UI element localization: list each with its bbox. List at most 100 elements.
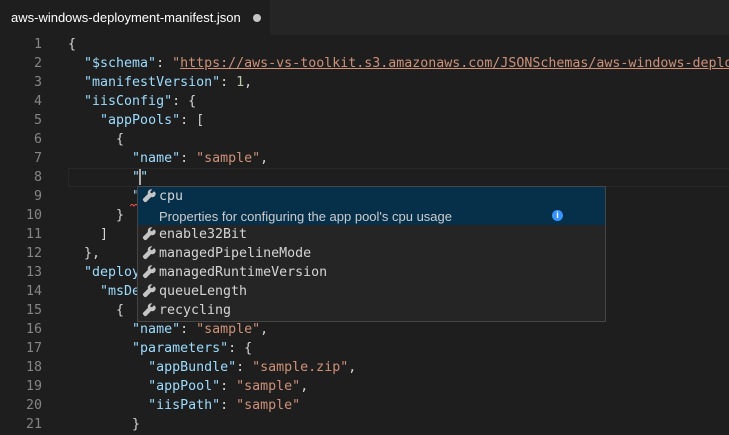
code-text: { bbox=[68, 130, 124, 149]
suggestion-label: cpu bbox=[159, 189, 184, 204]
tab-manifest-json[interactable]: aws-windows-deployment-manifest.json bbox=[0, 0, 270, 35]
suggestion-queuelength[interactable]: queueLength bbox=[138, 282, 605, 301]
code-token: , bbox=[260, 322, 269, 337]
code-token: "appBundle" bbox=[148, 360, 237, 375]
code-token: : { bbox=[172, 94, 197, 109]
line-number: 2 bbox=[33, 56, 42, 71]
code-text: } bbox=[68, 206, 124, 225]
code-token: { bbox=[68, 37, 77, 52]
code-token: "sample" bbox=[196, 322, 261, 337]
code-token: " bbox=[172, 56, 181, 71]
wrench-icon bbox=[142, 284, 158, 300]
code-token: 1 bbox=[236, 75, 245, 90]
code-token: } bbox=[68, 208, 125, 223]
tab-bar: aws-windows-deployment-manifest.json bbox=[0, 0, 729, 35]
suggestion-label: managedRuntimeVersion bbox=[159, 265, 328, 280]
code-token: "sample" bbox=[196, 151, 261, 166]
code-token: "name" bbox=[132, 322, 181, 337]
code-text: "appPool": "sample", bbox=[68, 377, 308, 396]
code-token: "msDe bbox=[100, 284, 141, 299]
code-line[interactable]: 17 "parameters": { bbox=[0, 339, 729, 358]
info-icon[interactable]: i bbox=[552, 210, 563, 221]
code-line[interactable]: 1{ bbox=[0, 35, 729, 54]
suggestion-recycling[interactable]: recycling bbox=[138, 301, 605, 320]
code-token: "sample" bbox=[236, 379, 301, 394]
code-token: { bbox=[68, 132, 125, 147]
code-token: : bbox=[180, 151, 197, 166]
suggest-widget[interactable]: cpu Properties for configuring the app po… bbox=[137, 186, 606, 322]
suggestion-enable32bit[interactable]: enable32Bit bbox=[138, 225, 605, 244]
suggestion-detail: Properties for configuring the app pool'… bbox=[159, 209, 453, 224]
line-number: 12 bbox=[25, 246, 42, 261]
line-number: 1 bbox=[33, 37, 42, 52]
code-token: , bbox=[348, 360, 357, 375]
line-number: 18 bbox=[25, 360, 42, 375]
code-line[interactable]: 7 "name": "sample", bbox=[0, 149, 729, 168]
code-token: : bbox=[180, 322, 197, 337]
wrench-icon bbox=[142, 303, 158, 319]
unsaved-dot-icon[interactable] bbox=[253, 14, 261, 22]
code-token: "deploy bbox=[84, 265, 141, 280]
code-token: : bbox=[220, 379, 237, 394]
line-number: 3 bbox=[33, 75, 42, 90]
line-number: 15 bbox=[25, 303, 42, 318]
line-number: 6 bbox=[33, 132, 42, 147]
code-text: "iisConfig": { bbox=[68, 92, 196, 111]
code-line[interactable]: 19 "appPool": "sample", bbox=[0, 377, 729, 396]
suggestion-cpu[interactable]: cpu Properties for configuring the app po… bbox=[138, 187, 605, 225]
code-text: "$schema": "https://aws-vs-toolkit.s3.am… bbox=[68, 54, 729, 73]
code-line[interactable]: 4 "iisConfig": { bbox=[0, 92, 729, 111]
code-token: "appPools" bbox=[100, 113, 181, 128]
code-token: "sample.zip" bbox=[252, 360, 349, 375]
code-line[interactable]: 18 "appBundle": "sample.zip", bbox=[0, 358, 729, 377]
code-line[interactable]: 16 "name": "sample", bbox=[0, 320, 729, 339]
line-number: 17 bbox=[25, 341, 42, 356]
code-token: { bbox=[68, 303, 125, 318]
code-token: : { bbox=[228, 341, 253, 356]
code-line[interactable]: 8 "" bbox=[0, 168, 729, 187]
code-token: : bbox=[220, 398, 237, 413]
tab-label: aws-windows-deployment-manifest.json bbox=[11, 10, 241, 25]
code-token: "$schema" bbox=[84, 56, 157, 71]
code-text: "msDe bbox=[68, 282, 140, 301]
suggestion-managedruntimeversion[interactable]: managedRuntimeVersion bbox=[138, 263, 605, 282]
line-number: 19 bbox=[25, 379, 42, 394]
line-number: 4 bbox=[33, 94, 42, 109]
code-token: ] bbox=[68, 227, 109, 242]
code-token: "iisConfig" bbox=[84, 94, 173, 109]
code-text: { bbox=[68, 301, 124, 320]
code-token: : [ bbox=[180, 113, 205, 128]
code-text: ] bbox=[68, 225, 108, 244]
code-token: https://aws-vs-toolkit.s3.amazonaws.com/… bbox=[180, 56, 729, 71]
code-line[interactable]: 20 "iisPath": "sample" bbox=[0, 396, 729, 415]
code-token: "manifestVersion" bbox=[84, 75, 221, 90]
line-number: 8 bbox=[33, 170, 42, 185]
code-line[interactable]: 5 "appPools": [ bbox=[0, 111, 729, 130]
suggestion-label: enable32Bit bbox=[159, 227, 248, 242]
line-number: 13 bbox=[25, 265, 42, 280]
code-token: " bbox=[140, 170, 149, 185]
code-token: "sample" bbox=[236, 398, 301, 413]
suggestion-managedpipelinemode[interactable]: managedPipelineMode bbox=[138, 244, 605, 263]
code-line[interactable]: 3 "manifestVersion": 1, bbox=[0, 73, 729, 92]
code-token: "name" bbox=[132, 151, 181, 166]
code-line[interactable]: 21 } bbox=[0, 415, 729, 434]
code-text: "parameters": { bbox=[68, 339, 252, 358]
code-line[interactable]: 2 "$schema": "https://aws-vs-toolkit.s3.… bbox=[0, 54, 729, 73]
code-text: } bbox=[68, 415, 140, 434]
code-token: : bbox=[220, 75, 237, 90]
wrench-icon bbox=[142, 189, 158, 205]
code-line[interactable]: 6 { bbox=[0, 130, 729, 149]
code-text: "name": "sample", bbox=[68, 320, 268, 339]
